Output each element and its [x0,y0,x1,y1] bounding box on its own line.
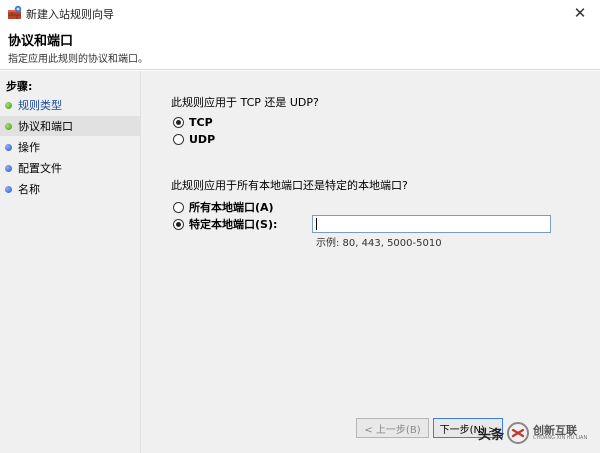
step-pending-icon [5,143,12,151]
sidebar-item-action[interactable]: 操作 [0,137,140,157]
sidebar-item-profile[interactable]: 配置文件 [0,158,140,178]
specific-ports-radio[interactable]: 特定本地端口(S): [173,216,277,232]
step-pending-icon [5,164,12,172]
back-button[interactable]: < 上一步(B) [356,418,429,438]
udp-radio-label: UDP [189,133,216,146]
protocol-question: 此规则应用于 TCP 还是 UDP? [171,96,319,109]
page-header: 协议和端口 指定应用此规则的协议和端口。 [0,26,600,70]
watermark: 头条 创新互联 CHUANG XIN HU LIAN [478,418,600,448]
firewall-icon [8,5,22,19]
tcp-radio-label: TCP [189,116,213,129]
close-icon: ✕ [573,4,587,22]
sidebar-item-rule-type[interactable]: 规则类型 [0,95,140,115]
step-complete-icon [5,101,12,109]
sidebar-item-label: 协议和端口 [18,120,73,133]
watermark-text: 头条 [478,427,505,443]
step-pending-icon [5,185,12,193]
close-button[interactable]: ✕ [560,0,600,26]
sidebar-item-label: 操作 [18,141,40,154]
main-content: 此规则应用于 TCP 还是 UDP? TCP UDP 此规则应用于所有本地端口还… [141,71,600,453]
all-ports-label: 所有本地端口(A) [189,201,274,214]
port-example-hint: 示例: 80, 443, 5000-5010 [316,238,442,249]
page-title: 协议和端口 [8,34,74,49]
radio-unchecked-icon [173,201,184,213]
radio-unchecked-icon [173,134,184,145]
sidebar-item-name[interactable]: 名称 [0,179,140,199]
steps-sidebar: 步骤: 规则类型 协议和端口 操作 配置文件 名称 [0,71,141,453]
sidebar-item-label: 规则类型 [18,99,62,112]
radio-checked-icon [173,117,184,128]
watermark-brand-en: CHUANG XIN HU LIAN [533,435,588,441]
text-caret [316,218,317,230]
specific-ports-input[interactable] [312,215,551,233]
title-bar: 新建入站规则向导 ✕ [0,0,600,26]
specific-ports-label: 特定本地端口(S): [189,218,278,231]
page-description: 指定应用此规则的协议和端口。 [8,54,148,65]
tcp-radio[interactable]: TCP [173,116,213,129]
brand-logo-icon [507,422,530,444]
udp-radio[interactable]: UDP [173,133,215,146]
sidebar-item-label: 名称 [18,183,40,196]
radio-checked-icon [173,218,184,230]
all-ports-radio[interactable]: 所有本地端口(A) [173,199,274,215]
window-title: 新建入站规则向导 [26,8,114,21]
steps-heading: 步骤: [6,80,33,93]
sidebar-item-label: 配置文件 [18,162,62,175]
ports-question: 此规则应用于所有本地端口还是特定的本地端口? [171,179,408,192]
step-current-icon [5,122,12,130]
watermark-brand: 创新互联 CHUANG XIN HU LIAN [533,425,587,441]
sidebar-item-protocol-ports[interactable]: 协议和端口 [0,116,140,136]
